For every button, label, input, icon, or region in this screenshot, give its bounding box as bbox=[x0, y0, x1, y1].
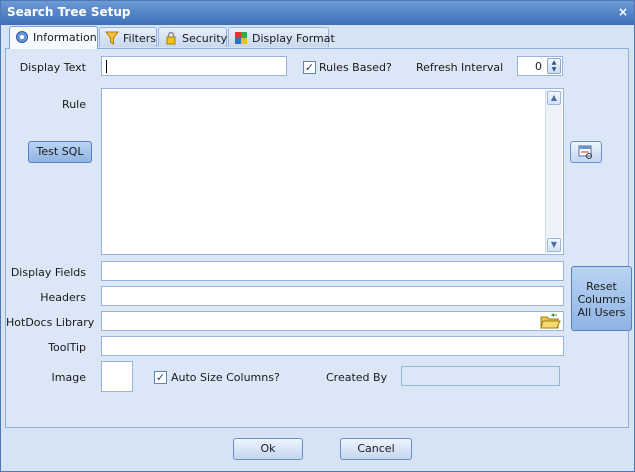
created-by-label: Created By bbox=[326, 371, 388, 384]
display-text-label: Display Text bbox=[19, 61, 86, 74]
tab-filters[interactable]: Filters bbox=[99, 27, 157, 47]
display-fields-input[interactable] bbox=[101, 261, 564, 281]
gear-icon bbox=[16, 31, 28, 43]
scroll-up-icon[interactable]: ▲ bbox=[547, 91, 561, 105]
headers-label: Headers bbox=[40, 291, 86, 304]
query-builder-button[interactable] bbox=[570, 141, 602, 163]
tab-label: Security bbox=[182, 32, 228, 45]
query-builder-icon bbox=[578, 145, 592, 159]
lock-icon bbox=[166, 31, 176, 45]
scroll-down-icon[interactable]: ▼ bbox=[547, 238, 561, 252]
refresh-interval-spinner[interactable]: 0 ▲ ▼ bbox=[517, 56, 563, 76]
palette-icon bbox=[235, 32, 247, 44]
tab-label: Filters bbox=[123, 32, 156, 45]
rule-scrollbar[interactable]: ▲ ▼ bbox=[545, 90, 562, 253]
auto-size-columns-label: Auto Size Columns? bbox=[171, 371, 280, 384]
refresh-interval-value: 0 bbox=[535, 60, 542, 73]
text-caret bbox=[106, 60, 107, 73]
reset-columns-button[interactable]: Reset Columns All Users bbox=[571, 266, 632, 331]
hotdocs-library-input[interactable] bbox=[101, 311, 564, 331]
tab-security[interactable]: Security bbox=[158, 27, 227, 47]
dialog-window: Search Tree Setup × Information Filters … bbox=[0, 0, 635, 472]
rules-based-checkbox[interactable]: ✓ bbox=[303, 61, 316, 74]
rule-label: Rule bbox=[62, 98, 86, 111]
tooltip-input[interactable] bbox=[101, 336, 564, 356]
cancel-button[interactable]: Cancel bbox=[340, 438, 412, 460]
hotdocs-library-label: HotDocs Library bbox=[6, 316, 95, 329]
ok-label: Ok bbox=[260, 442, 276, 455]
auto-size-columns-checkbox[interactable]: ✓ bbox=[154, 371, 167, 384]
reset-columns-label: Reset Columns All Users bbox=[577, 280, 626, 319]
title-bar[interactable]: Search Tree Setup × bbox=[1, 1, 634, 25]
display-fields-label: Display Fields bbox=[10, 266, 86, 279]
display-text-input[interactable] bbox=[101, 56, 287, 76]
test-sql-label: Test SQL bbox=[36, 145, 84, 158]
rules-based-label: Rules Based? bbox=[319, 61, 392, 74]
ok-button[interactable]: Ok bbox=[233, 438, 303, 460]
test-sql-button[interactable]: Test SQL bbox=[28, 141, 92, 163]
funnel-icon bbox=[105, 31, 119, 45]
image-box[interactable] bbox=[101, 361, 133, 392]
window-title: Search Tree Setup bbox=[7, 5, 131, 19]
dialog-footer: Ok Cancel bbox=[5, 429, 629, 469]
information-panel: Display Text ✓ Rules Based? Refresh Inte… bbox=[5, 48, 632, 428]
created-by-field bbox=[401, 366, 560, 386]
headers-input[interactable] bbox=[101, 286, 564, 306]
rule-textarea[interactable]: ▲ ▼ bbox=[101, 88, 564, 255]
tab-information[interactable]: Information bbox=[9, 26, 98, 49]
open-folder-icon bbox=[540, 313, 561, 329]
tooltip-label: ToolTip bbox=[48, 341, 86, 354]
tab-label: Display Format bbox=[252, 32, 335, 45]
tab-label: Information bbox=[33, 31, 97, 44]
close-button[interactable]: × bbox=[616, 5, 630, 19]
tab-display-format[interactable]: Display Format bbox=[228, 27, 335, 47]
spinner-arrows-icon[interactable]: ▲ ▼ bbox=[547, 58, 561, 74]
refresh-interval-label: Refresh Interval bbox=[416, 61, 504, 74]
cancel-label: Cancel bbox=[357, 442, 395, 455]
image-label: Image bbox=[51, 371, 86, 384]
browse-folder-button[interactable] bbox=[539, 312, 561, 330]
